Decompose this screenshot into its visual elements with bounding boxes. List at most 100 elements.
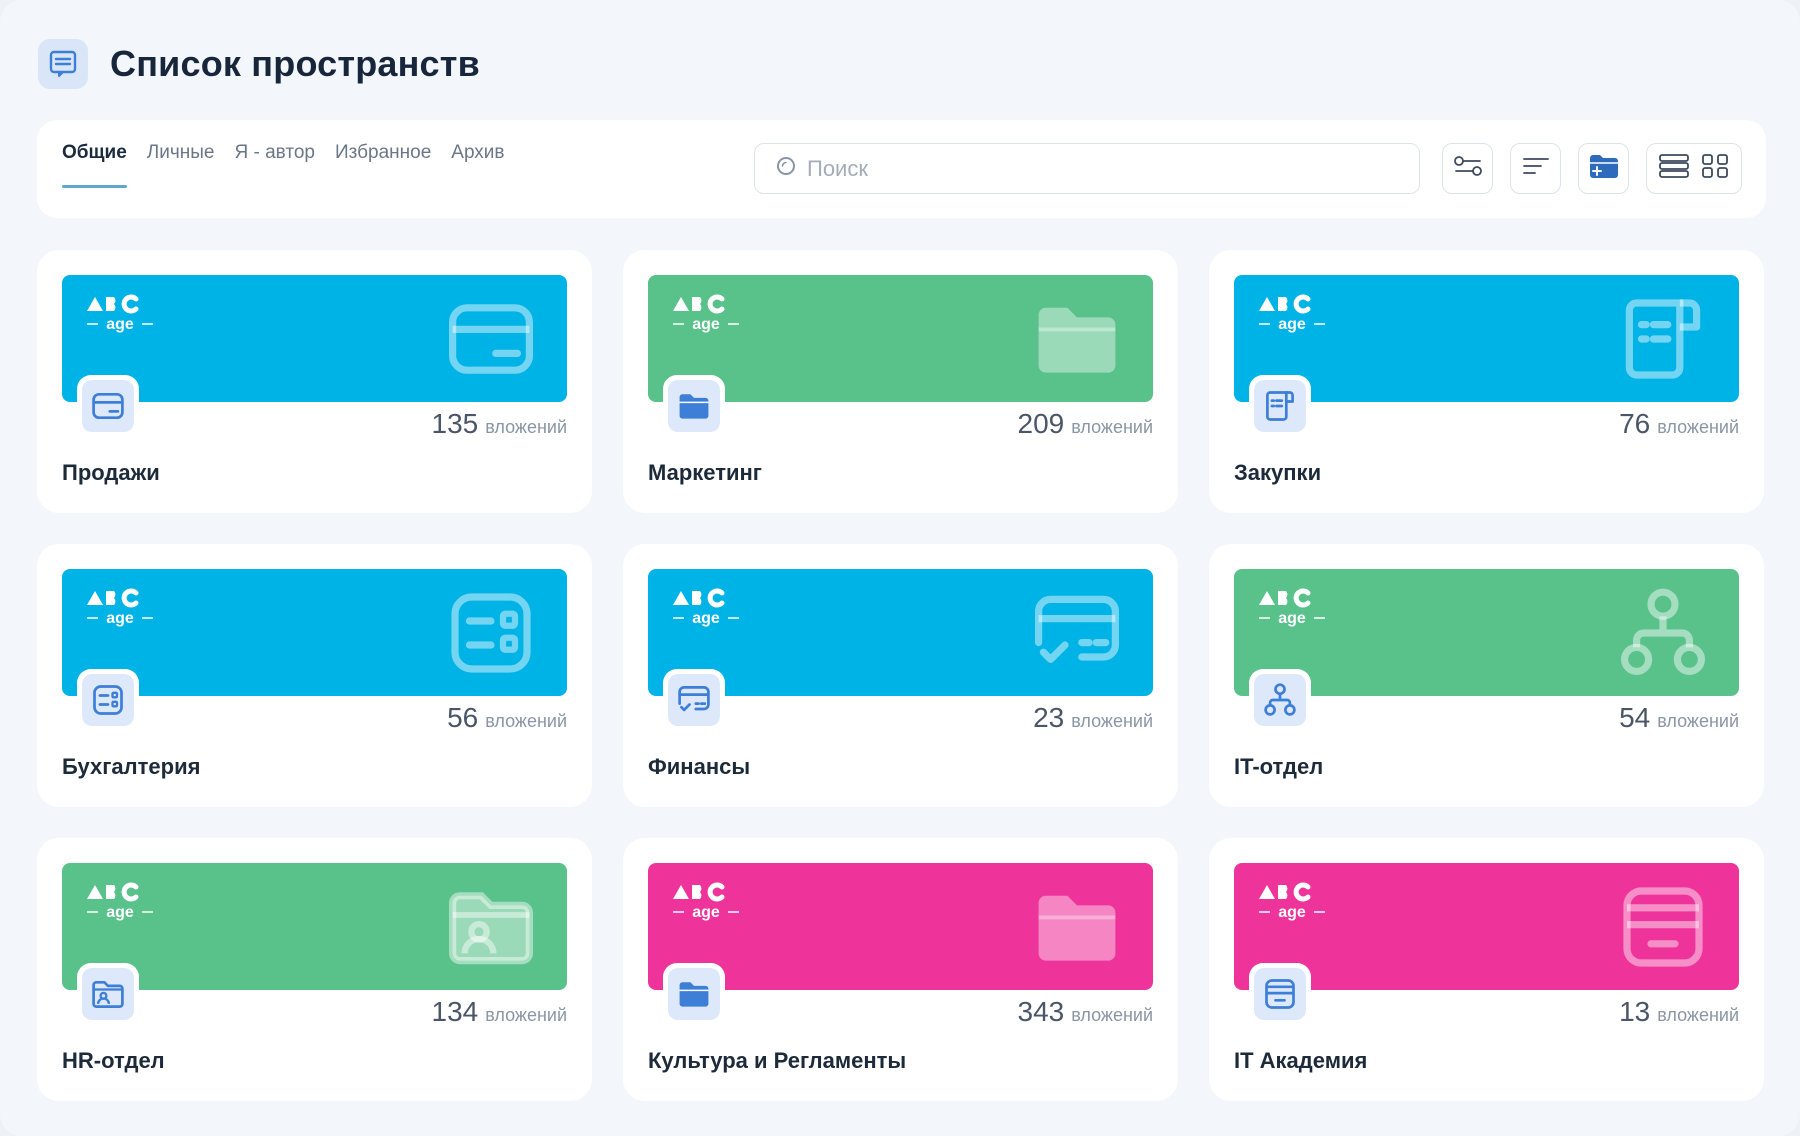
tab-favorites[interactable]: Избранное [335, 142, 431, 188]
filter-button[interactable] [1442, 143, 1493, 194]
tab-personal[interactable]: Личные [147, 142, 215, 188]
count-number: 23 [1033, 702, 1065, 733]
grid-view-icon[interactable] [1700, 152, 1730, 185]
new-folder-button[interactable] [1578, 143, 1629, 194]
space-badge [1249, 963, 1311, 1025]
tab-authored[interactable]: Я - автор [235, 142, 315, 188]
count-number: 76 [1619, 408, 1651, 439]
count-label: вложений [1071, 1005, 1153, 1025]
space-card-2[interactable]: age 209 вложений Маркетинг [623, 250, 1178, 513]
space-card-8[interactable]: age 343 вложений Культура и Регламенты [623, 838, 1178, 1101]
space-card-6[interactable]: age 54 вложений IT-отдел [1209, 544, 1764, 807]
payment-check-icon [668, 674, 720, 726]
attachment-count: 134 вложений [432, 996, 567, 1028]
space-name: Культура и Регламенты [648, 1048, 907, 1073]
space-name: IT-отдел [1234, 754, 1324, 779]
filter-icon [1453, 153, 1483, 184]
space-badge [663, 669, 725, 731]
app-frame: Список пространств Общие Личные Я - авто… [0, 0, 1800, 1136]
ledger-icon [82, 674, 134, 726]
card-icon [82, 380, 134, 432]
receipt-icon [1254, 380, 1306, 432]
space-card-1[interactable]: age 135 вложений Продажи [37, 250, 592, 513]
svg-text:age: age [692, 316, 720, 333]
space-badge [663, 963, 725, 1025]
sort-icon [1521, 154, 1551, 183]
count-number: 209 [1017, 408, 1065, 439]
count-number: 134 [431, 996, 479, 1027]
abc-age-logo: age [84, 293, 156, 340]
space-name: Закупки [1234, 460, 1322, 485]
space-card-7[interactable]: age 134 вложений HR-отдел [37, 838, 592, 1101]
abc-age-logo: age [1256, 881, 1328, 928]
space-name: HR-отдел [62, 1048, 165, 1073]
page-title: Список пространств [110, 43, 480, 84]
attachment-count: 135 вложений [432, 408, 567, 440]
abc-age-logo: age [670, 881, 742, 928]
svg-text:age: age [692, 610, 720, 627]
svg-text:age: age [1278, 610, 1306, 627]
space-name: Продажи [62, 460, 160, 485]
space-card-9[interactable]: age 13 вложений IT Академия [1209, 838, 1764, 1101]
count-number: 343 [1017, 996, 1065, 1027]
svg-text:age: age [106, 904, 134, 921]
folder-icon [668, 380, 720, 432]
count-number: 54 [1619, 702, 1651, 733]
ledger-art-icon [443, 585, 539, 686]
hierarchy-art-icon [1615, 585, 1711, 686]
search-box[interactable] [754, 143, 1420, 194]
attachment-count: 209 вложений [1018, 408, 1153, 440]
folder-icon [668, 968, 720, 1020]
svg-text:age: age [1278, 904, 1306, 921]
svg-text:age: age [106, 316, 134, 333]
svg-text:age: age [106, 610, 134, 627]
space-badge [77, 669, 139, 731]
tab-archive[interactable]: Архив [451, 142, 504, 188]
space-card-5[interactable]: age 23 вложений Финансы [623, 544, 1178, 807]
toolbar: Общие Личные Я - автор Избранное Архив [37, 120, 1766, 218]
hierarchy-icon [1254, 674, 1306, 726]
space-name: Финансы [648, 754, 751, 779]
folder-art-icon [1029, 291, 1125, 392]
document-list-icon [38, 39, 88, 89]
new-folder-icon [1588, 152, 1620, 185]
attachment-count: 56 вложений [447, 702, 567, 734]
abc-age-logo: age [1256, 293, 1328, 340]
search-icon [775, 155, 797, 182]
space-name: IT Академия [1234, 1048, 1368, 1073]
count-label: вложений [1657, 417, 1739, 437]
count-label: вложений [485, 711, 567, 731]
svg-text:age: age [692, 904, 720, 921]
page-header: Список пространств [38, 38, 480, 90]
count-label: вложений [1071, 417, 1153, 437]
archive-box-icon [1254, 968, 1306, 1020]
search-input[interactable] [807, 155, 1367, 182]
space-card-3[interactable]: age 76 вложений Закупки [1209, 250, 1764, 513]
abc-age-logo: age [1256, 587, 1328, 634]
space-name: Маркетинг [648, 460, 762, 485]
sort-button[interactable] [1510, 143, 1561, 194]
count-number: 13 [1619, 996, 1651, 1027]
abc-age-logo: age [670, 587, 742, 634]
abc-age-logo: age [84, 587, 156, 634]
count-label: вложений [1071, 711, 1153, 731]
count-number: 135 [431, 408, 479, 439]
space-badge [77, 963, 139, 1025]
payment-check-art-icon [1029, 585, 1125, 686]
receipt-art-icon [1615, 291, 1711, 392]
user-folder-icon [82, 968, 134, 1020]
abc-age-logo: age [84, 881, 156, 928]
space-card-4[interactable]: age 56 вложений Бухгалтерия [37, 544, 592, 807]
list-view-icon[interactable] [1658, 152, 1690, 185]
svg-text:age: age [1278, 316, 1306, 333]
user-folder-art-icon [443, 879, 539, 980]
space-badge [1249, 669, 1311, 731]
view-toggle [1646, 143, 1742, 194]
tab-bar: Общие Личные Я - автор Избранное Архив [62, 142, 525, 188]
space-badge [663, 375, 725, 437]
space-badge [77, 375, 139, 437]
tab-general[interactable]: Общие [62, 142, 127, 188]
count-number: 56 [447, 702, 479, 733]
card-art-icon [443, 291, 539, 392]
archive-box-art-icon [1615, 879, 1711, 980]
